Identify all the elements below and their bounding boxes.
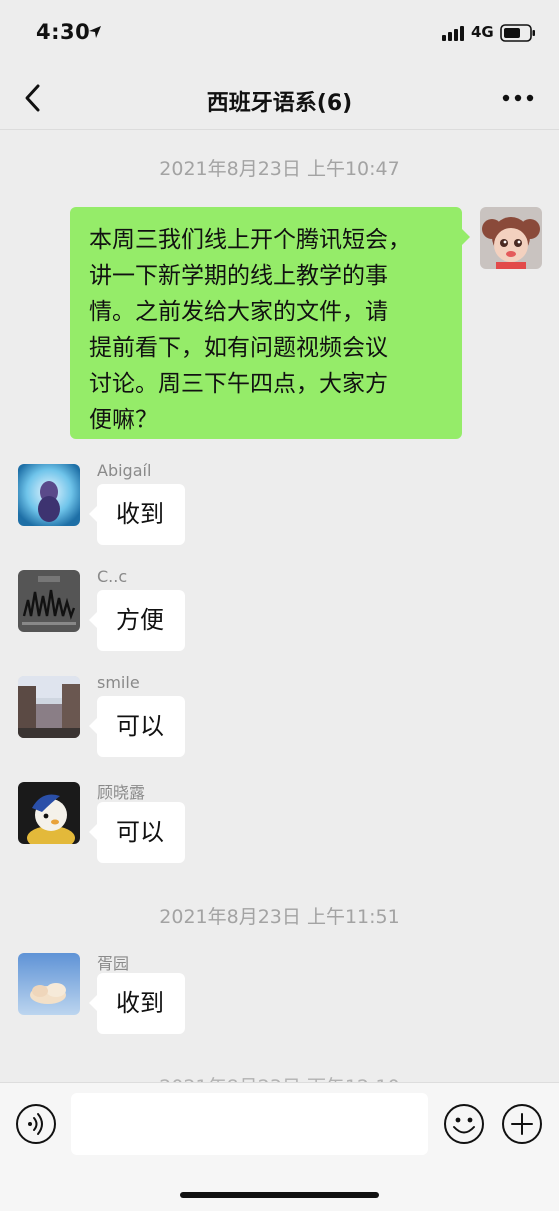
incoming-message-bubble[interactable]: 收到	[89, 484, 185, 545]
sender-name: 顾晓露	[97, 783, 146, 802]
signal-icon	[442, 26, 464, 41]
battery-icon	[500, 24, 535, 42]
message-timestamp: 2021年8月23日 上午11:51	[159, 906, 400, 928]
outgoing-message-bubble[interactable]: 本周三我们线上开个腾讯短会， 讲一下新学期的线上教学的事 情。之前发给大家的文件…	[70, 207, 470, 439]
message-line: 便嘛？	[89, 407, 158, 433]
status-bar: 4:30 4G	[0, 0, 559, 66]
chat-screen: 4:30 4G 西班牙语系(6) 2021年8月23日 上午10:47 本周三我…	[0, 0, 559, 1211]
message-line: 提前看下，如有问题视频会议	[89, 335, 388, 361]
more-dots-icon[interactable]	[498, 88, 538, 108]
home-indicator	[180, 1192, 379, 1198]
message-timestamp-partial: 2021年8月23日 下午12:10	[0, 1072, 559, 1082]
message-input[interactable]	[71, 1093, 428, 1155]
incoming-message-bubble[interactable]: 收到	[89, 973, 185, 1034]
incoming-message-bubble[interactable]: 方便	[89, 590, 185, 651]
sender-name: C..c	[97, 567, 128, 586]
avatar-cc[interactable]	[18, 570, 80, 632]
message-line: 情。之前发给大家的文件，请	[89, 299, 388, 325]
message-timestamp: 2021年8月23日 上午10:47	[159, 158, 400, 180]
chat-title: 西班牙语系(6)	[206, 91, 353, 116]
message-line: 讲一下新学期的线上教学的事	[89, 263, 388, 289]
incoming-message-bubble[interactable]: 可以	[89, 696, 185, 757]
message-line: 讨论。周三下午四点，大家方	[89, 371, 388, 397]
sender-name: smile	[97, 673, 140, 692]
avatar-guxiaolu[interactable]	[18, 782, 80, 844]
status-time: 4:30	[36, 20, 91, 44]
avatar-smile[interactable]	[18, 676, 80, 738]
self-avatar[interactable]	[480, 207, 542, 269]
nav-bar: 西班牙语系(6)	[0, 66, 559, 130]
network-label: 4G	[471, 23, 494, 41]
voice-icon[interactable]	[15, 1103, 57, 1145]
avatar-xuyuan[interactable]	[18, 953, 80, 1015]
location-arrow-icon	[89, 26, 101, 38]
sender-name: Abigaíl	[97, 461, 152, 480]
plus-icon[interactable]	[501, 1103, 543, 1145]
emoji-icon[interactable]	[443, 1103, 485, 1145]
incoming-message-bubble[interactable]: 可以	[89, 802, 185, 863]
message-line: 本周三我们线上开个腾讯短会，	[89, 227, 411, 253]
sender-name: 胥园	[97, 954, 130, 973]
avatar-abigail[interactable]	[18, 464, 80, 526]
